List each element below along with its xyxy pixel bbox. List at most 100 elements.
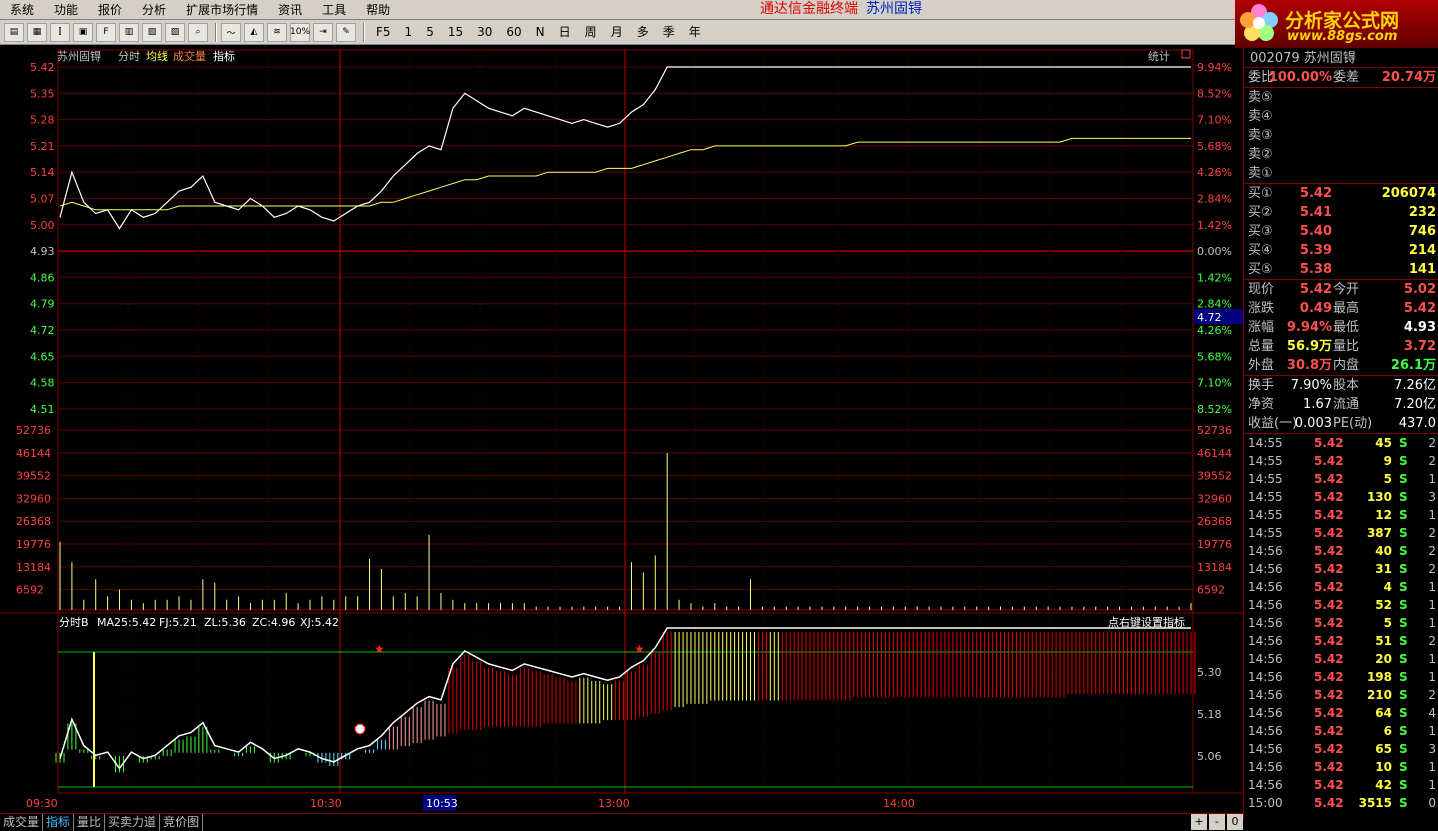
trade-flag: S [1399,742,1408,756]
trade-time: 14:56 [1248,760,1283,774]
trade-row: 14:56 5.42 6 S 1 [1244,722,1438,740]
trade-row: 14:56 5.42 51 S 2 [1244,632,1438,650]
trade-flag: S [1399,652,1408,666]
trade-count: 3 [1428,742,1436,756]
grid-icon[interactable]: ▦ [27,22,47,42]
trade-count: 1 [1428,670,1436,684]
star-icon: ★ [634,642,645,656]
period-n[interactable]: N [529,22,552,42]
stat-value: 5.42 [1299,282,1332,297]
period-1min[interactable]: 1 [398,22,420,42]
indicator-hint[interactable]: 点右键设置指标 [1108,615,1185,629]
period-30min[interactable]: 30 [470,22,499,42]
fund-label-2: 流通 [1333,397,1360,412]
trade-time: 14:56 [1248,562,1283,576]
time-label: 13:00 [598,797,630,810]
label-indicator[interactable]: 指标 [213,49,235,63]
wave-icon[interactable]: ≋ [267,22,287,42]
stats-button[interactable]: 统计 [1148,50,1170,63]
trade-count: 1 [1428,580,1436,594]
percent-button[interactable]: 10% [290,22,310,42]
menu-quote[interactable]: 报价 [88,0,132,20]
line-chart-icon[interactable]: 〜 [221,22,241,42]
area-chart-icon[interactable]: ◭ [244,22,264,42]
list-icon[interactable]: ▤ [4,22,24,42]
intraday-chart[interactable]: 5.42 5.35 5.28 5.21 5.14 5.07 5.00 4.93 4.86 4.79… [0,45,1243,813]
label-avg-line[interactable]: 均线 [146,49,168,63]
indicator-tick: 5.30 [1197,666,1222,679]
time-label: 14:00 [883,797,915,810]
period-multi[interactable]: 多 [630,22,656,42]
zoom-in-button[interactable]: + [1191,814,1207,830]
menu-analysis[interactable]: 分析 [132,0,176,20]
period-15min[interactable]: 15 [441,22,470,42]
menu-ext-market[interactable]: 扩展市场行情 [176,0,268,20]
price-tick: 4.65 [30,350,55,363]
period-5min[interactable]: 5 [419,22,441,42]
trade-time: 15:00 [1248,796,1283,810]
chart-icon[interactable]: ▥ [119,22,139,42]
doc-icon[interactable]: ▨ [165,22,185,42]
trade-count: 2 [1428,562,1436,576]
zoom-icon[interactable]: ⌕ [188,22,208,42]
sell-level-label: 卖⑤ [1248,90,1273,105]
menu-system[interactable]: 系统 [0,0,44,20]
fund-row: 换手 7.90% 股本 7.26亿 [1244,376,1438,395]
tick-trades[interactable]: 14:55 5.42 45 S 2 14:55 5.42 9 S 2 14:55 5.42 5 S 1 14:… [1244,434,1438,812]
trade-price: 5.42 [1314,634,1344,648]
flower-logo-icon [1240,4,1278,41]
tab-indicator[interactable]: 指标 [43,814,75,831]
pencil-icon[interactable]: ✎ [336,22,356,42]
tab-auction[interactable]: 竞价图 [160,814,204,831]
buy-level-label: 买③ [1248,224,1273,239]
f10-icon[interactable]: F [96,22,116,42]
label-fenshi[interactable]: 分时 [118,50,140,63]
buy-volume: 141 [1408,262,1436,277]
trade-time: 14:55 [1248,454,1283,468]
volume-tick: 6592 [16,584,44,597]
stat-label: 现价 [1248,282,1275,297]
indicator-title: 分时B [59,616,89,629]
price-tick: 4.93 [30,245,55,258]
kline-icon[interactable]: ⫿ [50,22,70,42]
trade-time: 14:56 [1248,616,1283,630]
volume-tick: 32960 [16,492,51,505]
trade-flag: S [1399,706,1408,720]
volume-tick-right: 46144 [1197,447,1232,460]
trade-time: 14:56 [1248,580,1283,594]
menu-help[interactable]: 帮助 [356,0,400,20]
period-60min[interactable]: 60 [499,22,528,42]
menu-tools[interactable]: 工具 [312,0,356,20]
zoom-reset-button[interactable]: 0 [1227,814,1243,830]
app-title: 通达信金融终端 苏州固锝 [760,0,922,18]
indicator-zc: ZC:4.96 [252,616,295,629]
period-f5[interactable]: F5 [369,22,398,42]
menu-news[interactable]: 资讯 [268,0,312,20]
trade-flag: S [1399,436,1408,450]
zoom-out-button[interactable]: - [1209,814,1225,830]
price-tick: 4.86 [30,271,55,284]
period-day[interactable]: 日 [552,22,578,42]
tab-buy-sell-force[interactable]: 买卖力道 [105,814,161,831]
export-icon[interactable]: ⇥ [313,22,333,42]
expand-icon[interactable] [1181,49,1191,59]
tab-volume-ratio[interactable]: 量比 [74,814,106,831]
report-icon[interactable]: ▧ [142,22,162,42]
weicha-value: 20.74万 [1381,70,1436,85]
trade-price: 5.42 [1314,778,1344,792]
menu-function[interactable]: 功能 [44,0,88,20]
sell-order-row: 卖④ [1244,107,1438,126]
trade-time: 14:55 [1248,490,1283,504]
tab-volume[interactable]: 成交量 [0,814,44,831]
period-week[interactable]: 周 [578,22,604,42]
period-month[interactable]: 月 [604,22,630,42]
period-year[interactable]: 年 [682,22,708,42]
trade-flag: S [1399,526,1408,540]
stat-value: 30.8万 [1286,358,1332,373]
news-icon[interactable]: ▣ [73,22,93,42]
trade-volume: 31 [1375,562,1392,576]
trade-row: 14:56 5.42 52 S 1 [1244,596,1438,614]
period-quarter[interactable]: 季 [656,22,682,42]
trade-row: 14:56 5.42 198 S 1 [1244,668,1438,686]
label-volume[interactable]: 成交量 [173,49,206,63]
